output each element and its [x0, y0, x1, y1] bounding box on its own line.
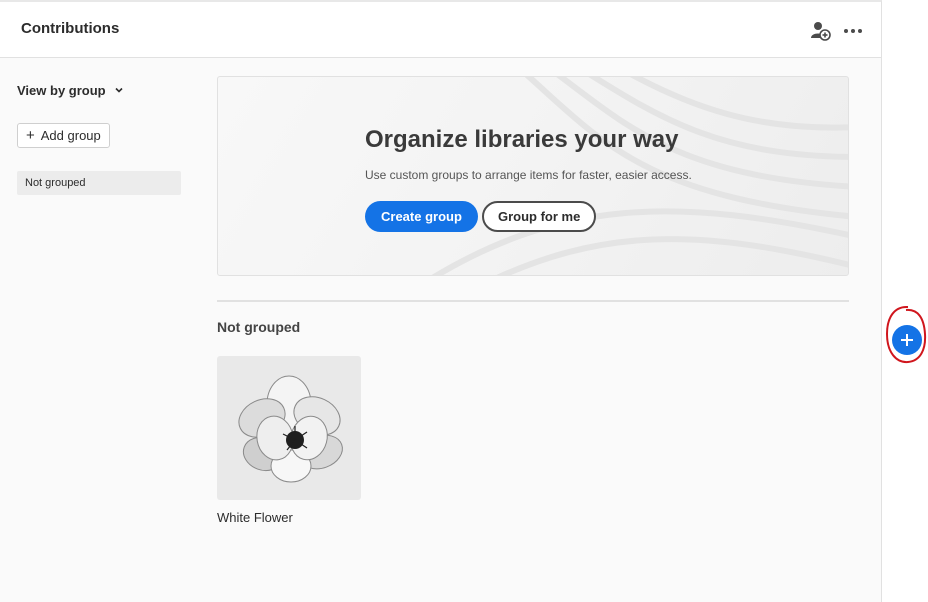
add-group-button[interactable]: + Add group — [17, 123, 110, 148]
plus-icon: + — [26, 127, 35, 144]
section-title: Not grouped — [217, 319, 301, 335]
flower-image — [238, 375, 343, 483]
asset-name: White Flower — [217, 510, 293, 525]
panel-header: Contributions — [0, 2, 881, 58]
banner-subtitle: Use custom groups to arrange items for f… — [365, 168, 692, 182]
right-rail — [883, 0, 928, 602]
asset-thumbnail[interactable] — [217, 356, 361, 500]
organize-banner: Organize libraries your way Use custom g… — [217, 76, 849, 276]
view-by-group-label: View by group — [17, 83, 106, 98]
group-for-me-button[interactable]: Group for me — [482, 201, 597, 232]
red-circle-annotation — [885, 305, 927, 364]
libraries-panel: Contributions View by group + Add group … — [0, 0, 882, 602]
invite-user-icon[interactable] — [810, 20, 832, 42]
view-by-group-dropdown[interactable]: View by group — [17, 83, 124, 98]
chevron-down-icon — [114, 83, 124, 98]
sidebar-item-not-grouped[interactable]: Not grouped — [17, 171, 181, 195]
add-group-label: Add group — [40, 128, 101, 143]
more-options-icon[interactable] — [842, 20, 864, 42]
banner-title: Organize libraries your way — [365, 126, 679, 153]
section-divider — [217, 300, 849, 302]
create-group-button[interactable]: Create group — [365, 201, 478, 232]
panel-title: Contributions — [21, 20, 120, 37]
